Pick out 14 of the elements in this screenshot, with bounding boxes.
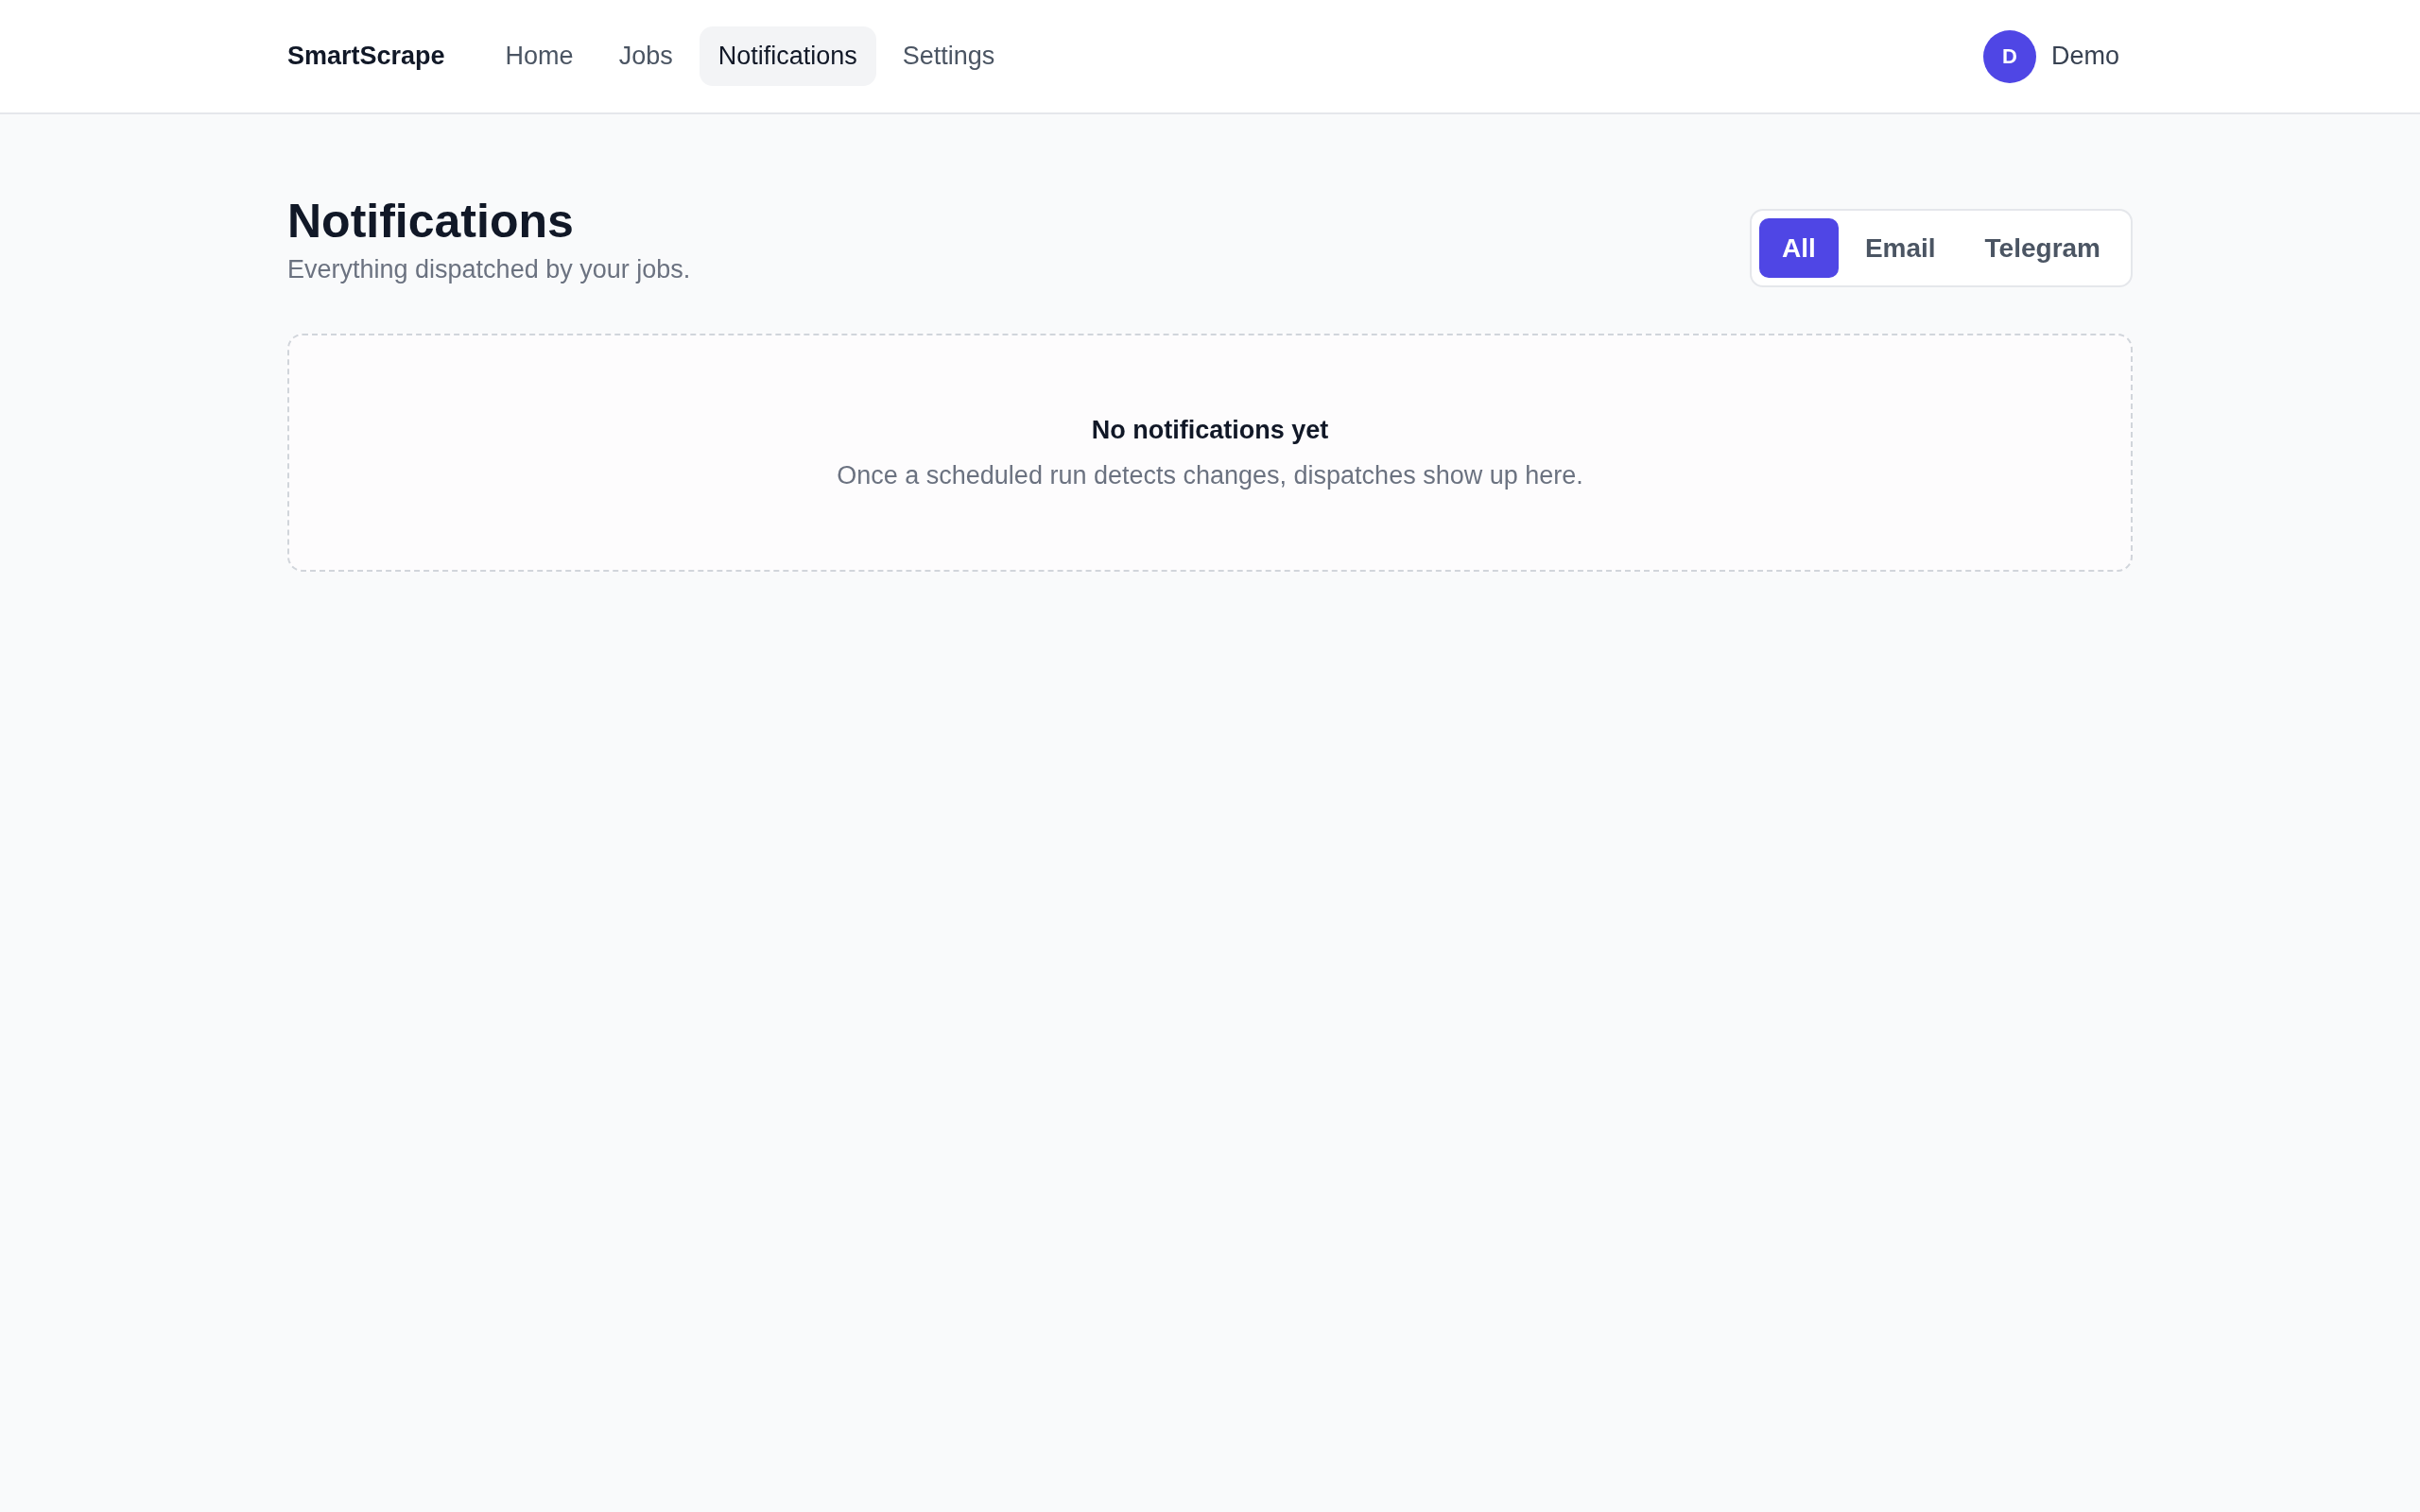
filter-tab[interactable]: All <box>1759 218 1839 278</box>
brand-name[interactable]: SmartScrape <box>287 37 445 76</box>
nav-link[interactable]: Notifications <box>699 26 876 86</box>
page-subtitle: Everything dispatched by your jobs. <box>287 254 691 285</box>
nav-link[interactable]: Jobs <box>599 26 692 86</box>
user-avatar[interactable]: D <box>1982 29 2036 83</box>
user-name[interactable]: Demo <box>2050 37 2119 76</box>
empty-state-title: No notifications yet <box>1091 415 1329 446</box>
nav-link[interactable]: Home <box>486 26 593 86</box>
page-title: Notifications <box>287 194 575 249</box>
nav-link[interactable]: Settings <box>883 26 1014 86</box>
filter-tab[interactable]: Telegram <box>1962 218 2123 278</box>
filter-tab[interactable]: Email <box>1841 218 1959 278</box>
empty-state-message: Once a scheduled run detects changes, dispatches show up here. <box>837 460 1583 491</box>
